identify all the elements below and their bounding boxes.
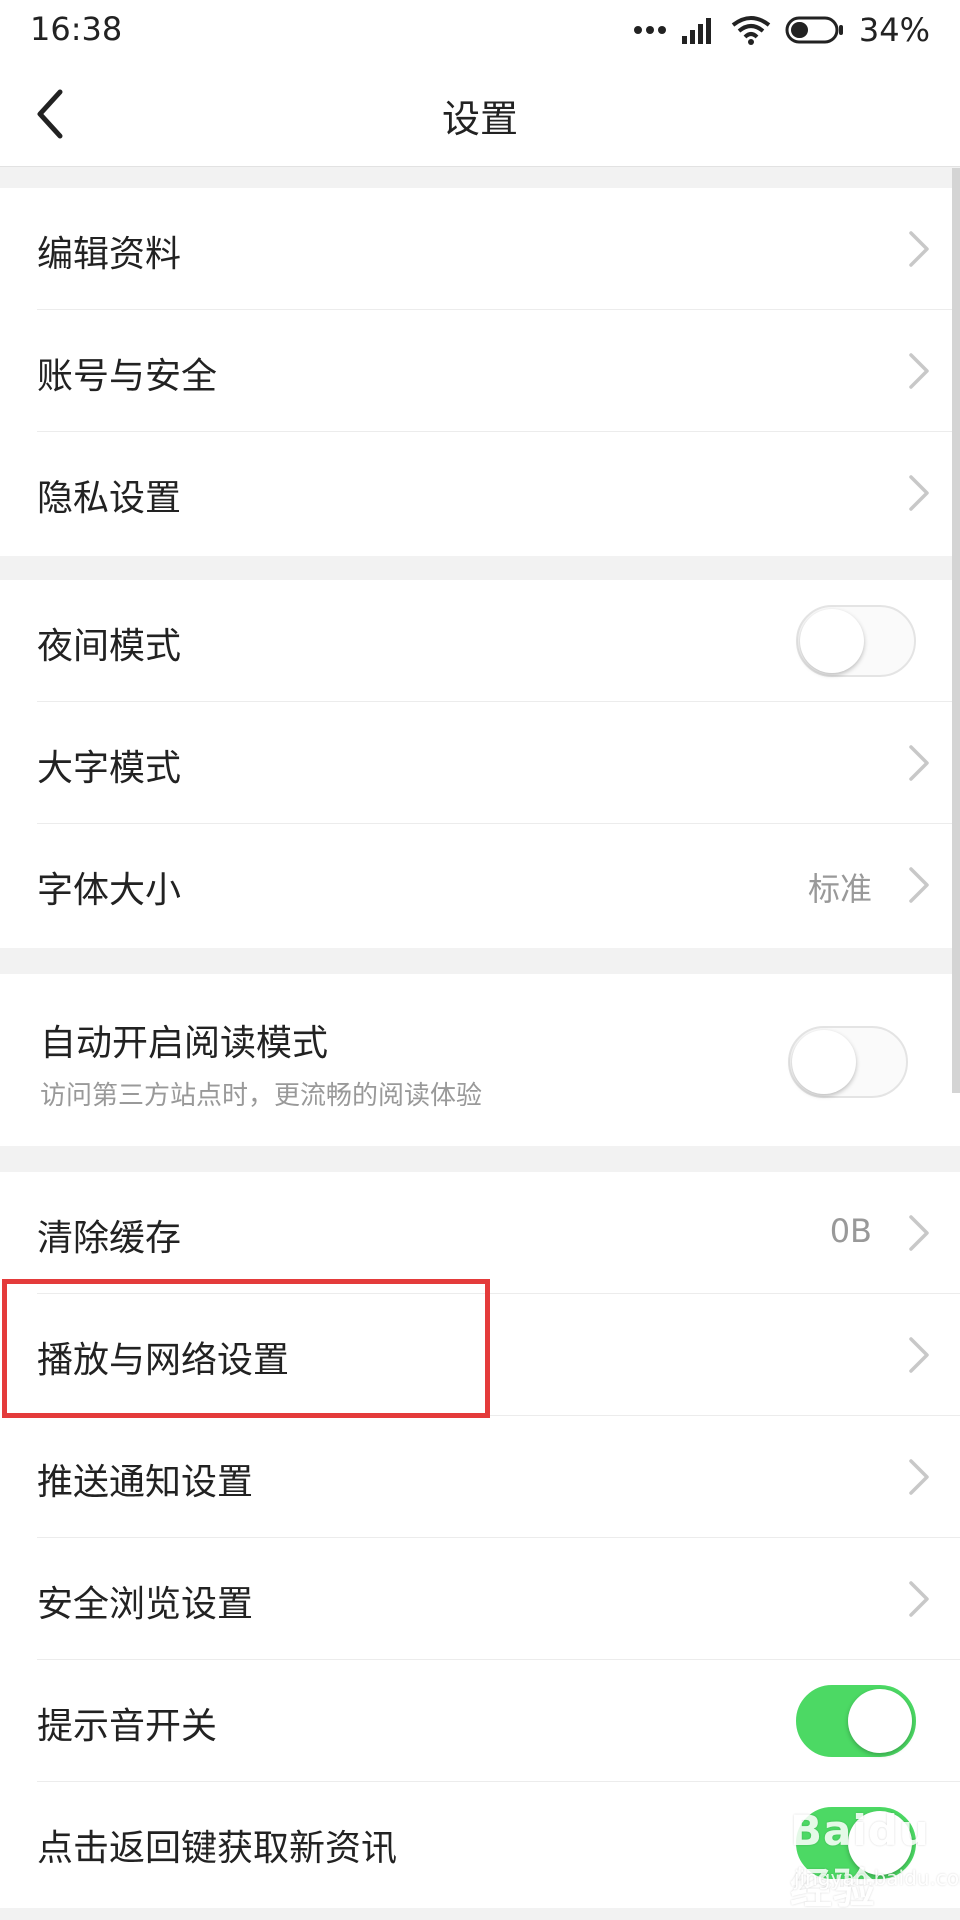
font-size-value: 标准 bbox=[807, 870, 872, 908]
settings-group-reading: 自动开启阅读模式 bbox=[0, 974, 960, 1146]
cache-size-value: 0B bbox=[829, 1212, 872, 1250]
settings-item-edit-profile[interactable]: 编辑资料 bbox=[0, 188, 960, 310]
watermark-logo: Baidu经验 bbox=[790, 1806, 930, 1913]
signal-icon bbox=[681, 18, 711, 44]
settings-item-auto-reading-mode: 自动开启阅读模式 bbox=[0, 974, 960, 1146]
scrollbar[interactable] bbox=[952, 168, 960, 1093]
settings-item-large-text-mode[interactable]: 大字模式 bbox=[0, 702, 960, 824]
settings-item-clear-cache[interactable]: 清除缓存 0B bbox=[0, 1172, 960, 1294]
settings-item-night-mode: 夜间模式 bbox=[0, 580, 960, 702]
page-title: 设置 bbox=[441, 97, 518, 141]
night-mode-toggle[interactable] bbox=[796, 605, 916, 677]
settings-item-label: 隐私设置 bbox=[37, 478, 182, 519]
settings-group-profile: 编辑资料 账号与安全 隐私设置 bbox=[0, 188, 960, 556]
toggle-knob bbox=[792, 1030, 856, 1094]
chevron-right-icon bbox=[909, 1459, 929, 1495]
settings-item-safe-browsing[interactable]: 安全浏览设置 bbox=[0, 1538, 960, 1660]
notification-sound-toggle[interactable] bbox=[796, 1685, 916, 1757]
settings-group-display: 夜间模式 大字模式 字体大小 标准 bbox=[0, 580, 960, 948]
settings-item-label: 字体大小 bbox=[37, 870, 182, 911]
status-bar: 16:38 34% bbox=[0, 0, 960, 62]
settings-item-account-security[interactable]: 账号与安全 bbox=[0, 310, 960, 432]
title-bar: 设置 bbox=[0, 62, 960, 167]
settings-item-label: 账号与安全 bbox=[37, 356, 218, 397]
toggle-knob bbox=[800, 609, 864, 673]
chevron-right-icon bbox=[909, 1581, 929, 1617]
watermark-url: jingyan.baidu.com bbox=[794, 1866, 960, 1890]
chevron-right-icon bbox=[909, 1215, 929, 1251]
chevron-right-icon bbox=[909, 353, 929, 389]
settings-item-label: 夜间模式 bbox=[37, 626, 182, 667]
baidu-watermark: Baidu经验 jingyan.baidu.com bbox=[790, 1806, 960, 1916]
settings-item-label: 提示音开关 bbox=[37, 1706, 218, 1747]
status-icons: 34% bbox=[633, 10, 930, 50]
wifi-icon bbox=[731, 16, 771, 45]
chevron-right-icon bbox=[909, 1337, 929, 1373]
highlight-box bbox=[2, 1279, 490, 1418]
battery-percentage: 34% bbox=[858, 11, 930, 49]
settings-item-privacy[interactable]: 隐私设置 bbox=[0, 432, 960, 554]
settings-item-push-notifications[interactable]: 推送通知设置 bbox=[0, 1416, 960, 1538]
toggle-knob bbox=[848, 1689, 912, 1753]
settings-item-label: 推送通知设置 bbox=[37, 1462, 254, 1503]
chevron-right-icon bbox=[909, 745, 929, 781]
chevron-right-icon bbox=[909, 867, 929, 903]
settings-item-label: 清除缓存 bbox=[37, 1218, 182, 1259]
settings-item-label: 大字模式 bbox=[37, 748, 182, 789]
settings-item-label: 自动开启阅读模式 bbox=[40, 1023, 329, 1064]
settings-item-label: 点击返回键获取新资讯 bbox=[37, 1828, 398, 1869]
chevron-right-icon bbox=[909, 231, 929, 267]
battery-icon bbox=[785, 16, 843, 44]
auto-reading-mode-toggle[interactable] bbox=[788, 1026, 908, 1098]
settings-item-subtitle: 访问第三方站点时，更流畅的阅读体验 bbox=[40, 1081, 483, 1111]
settings-item-font-size[interactable]: 字体大小 标准 bbox=[0, 824, 960, 946]
chevron-right-icon bbox=[909, 475, 929, 511]
settings-item-label: 编辑资料 bbox=[37, 234, 182, 275]
settings-item-label: 安全浏览设置 bbox=[37, 1584, 254, 1625]
status-time: 16:38 bbox=[30, 10, 123, 48]
more-dots-icon bbox=[633, 26, 666, 34]
settings-item-notification-sound: 提示音开关 bbox=[0, 1660, 960, 1782]
